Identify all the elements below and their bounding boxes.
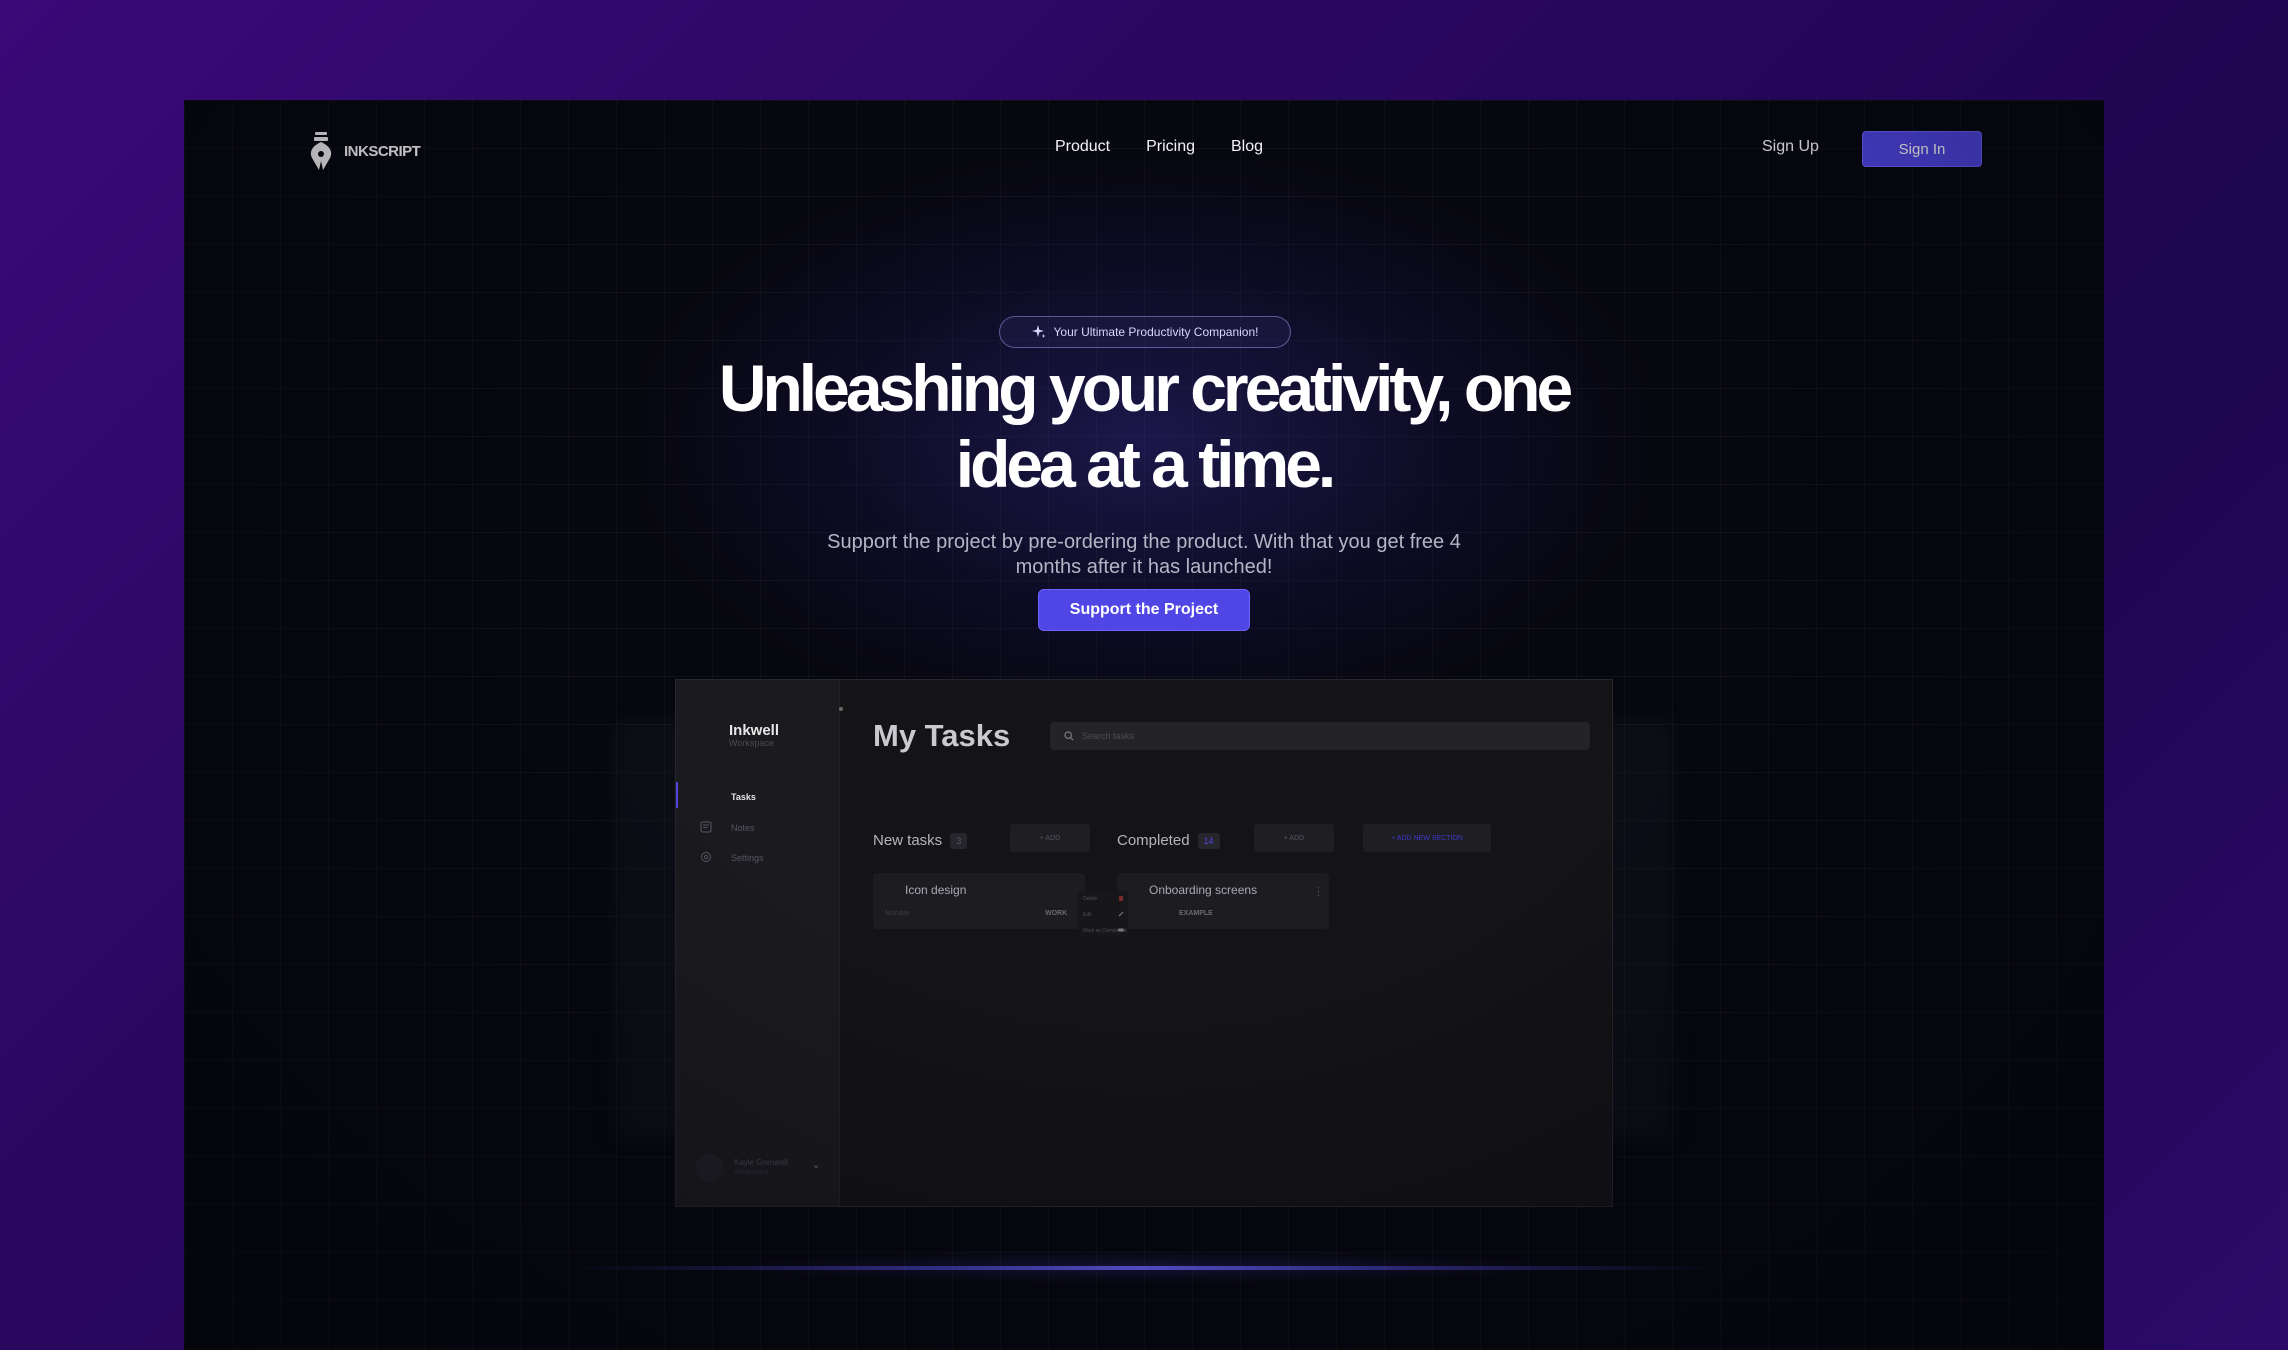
task-title: Icon design	[905, 883, 967, 897]
nav-link-pricing[interactable]: Pricing	[1146, 138, 1195, 156]
hero-headline: Unleashing your creativity, one idea at …	[184, 350, 2104, 502]
task-card[interactable]: Onboarding screens EXAMPLE ⋮	[1117, 873, 1329, 929]
count-badge: 14	[1197, 832, 1220, 849]
hero-badge: Your Ultimate Productivity Companion!	[999, 316, 1291, 348]
glow-divider	[564, 1266, 1724, 1270]
app-preview: Inkwell Workspace Tasks Notes Settings K…	[675, 679, 1613, 1207]
gear-icon	[701, 852, 711, 862]
context-menu: Delete Edit Mark as Completed	[1078, 891, 1128, 937]
avatar	[696, 1154, 724, 1182]
context-menu-delete[interactable]: Delete	[1083, 896, 1097, 902]
search-icon	[1064, 731, 1074, 741]
task-date: Monday	[885, 910, 910, 917]
task-tag: WORK	[1045, 910, 1068, 917]
user-menu[interactable]: Kayle Grenwall Workspace ⌄	[696, 1154, 826, 1182]
page-title: My Tasks	[873, 718, 1011, 753]
section-title: Completed	[1117, 832, 1190, 849]
nav-link-blog[interactable]: Blog	[1231, 138, 1263, 156]
landing-page-frame: INKSCRIPT Product Pricing Blog Sign Up S…	[184, 100, 2104, 1350]
app-brand-sub: Workspace	[729, 738, 774, 748]
sidebar-item-notes[interactable]: Notes	[731, 823, 755, 833]
search-bar	[1050, 722, 1590, 750]
sidebar-collapse-handle[interactable]	[839, 707, 843, 711]
app-brand: Inkwell	[729, 722, 780, 739]
top-nav: INKSCRIPT Product Pricing Blog Sign Up S…	[184, 100, 2104, 200]
nav-link-product[interactable]: Product	[1055, 138, 1110, 156]
section-completed: Completed 14	[1117, 832, 1220, 849]
more-options-icon[interactable]: ⋮	[1313, 885, 1324, 898]
add-section-button[interactable]: + ADD NEW SECTION	[1363, 824, 1491, 852]
active-indicator	[676, 782, 678, 808]
task-card[interactable]: Icon design Monday WORK	[873, 873, 1085, 929]
hero-headline-line2: idea at a time.	[955, 427, 1337, 501]
pencil-icon	[1118, 911, 1124, 917]
app-sidebar: Inkwell Workspace Tasks Notes Settings K…	[676, 680, 843, 1206]
section-title: New tasks	[873, 832, 943, 849]
hero-subtext: Support the project by pre-ordering the …	[827, 531, 1461, 578]
trash-icon	[1119, 896, 1123, 901]
sidebar-item-tasks[interactable]: Tasks	[731, 792, 756, 802]
add-task-button[interactable]: + ADD	[1254, 824, 1334, 852]
task-title: Onboarding screens	[1149, 883, 1258, 897]
sidebar-item-settings[interactable]: Settings	[731, 853, 764, 863]
section-new-tasks: New tasks 3	[873, 832, 968, 849]
task-tag: EXAMPLE	[1179, 910, 1213, 917]
user-role: Workspace	[734, 1169, 769, 1176]
hero-badge-text: Your Ultimate Productivity Companion!	[1053, 325, 1259, 339]
sign-up-link[interactable]: Sign Up	[1762, 138, 1819, 156]
sparkle-icon	[1031, 325, 1045, 338]
count-badge: 3	[950, 832, 968, 849]
toggle-icon	[1118, 928, 1124, 932]
notes-icon	[700, 821, 712, 833]
context-menu-edit[interactable]: Edit	[1083, 912, 1092, 918]
chevron-down-icon: ⌄	[812, 1160, 821, 1171]
search-input[interactable]	[1082, 731, 1562, 741]
support-project-button[interactable]: Support the Project	[1038, 589, 1250, 631]
tasks-icon	[700, 790, 712, 802]
user-name: Kayle Grenwall	[734, 1158, 788, 1167]
sign-in-button[interactable]: Sign In	[1862, 131, 1982, 167]
hero-headline-line1: Unleashing your creativity, one	[718, 351, 1573, 425]
add-task-button[interactable]: + ADD	[1010, 824, 1090, 852]
